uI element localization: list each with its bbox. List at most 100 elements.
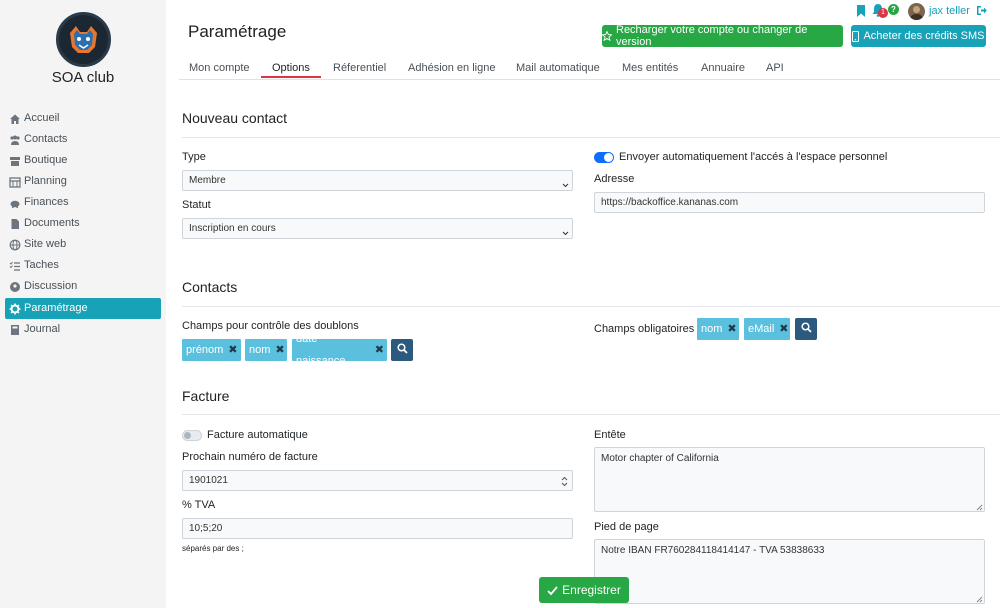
tab-api[interactable]: API <box>766 62 784 74</box>
sidebar-item-accueil[interactable]: Accueil <box>5 108 161 129</box>
section-title-nouveau-contact: Nouveau contact <box>182 110 288 126</box>
sidebar-item-journal[interactable]: Journal <box>5 319 161 340</box>
type-select-value: Membre <box>189 175 226 186</box>
recharge-label: Recharger votre compte ou changer de ver… <box>616 24 808 48</box>
sidebar-item-site-web[interactable]: Site web <box>5 234 161 255</box>
tasks-icon <box>9 260 21 272</box>
tag-prenom: prénom ✖ <box>182 339 241 361</box>
sidebar-item-label: Site web <box>24 238 67 250</box>
home-icon <box>9 113 21 125</box>
sidebar-item-label: Contacts <box>24 133 68 145</box>
buy-sms-button[interactable]: Acheter des crédits SMS <box>851 25 986 47</box>
statut-select[interactable]: Inscription en cours <box>182 218 573 239</box>
tag-email: eMail ✖ <box>744 318 790 340</box>
sidebar-item-boutique[interactable]: Boutique <box>5 150 161 171</box>
sidebar-item-label: Finances <box>24 196 69 208</box>
espace-personnel-toggle[interactable] <box>594 152 614 163</box>
sidebar-item-finances[interactable]: Finances <box>5 192 161 213</box>
tag-label: nom <box>701 323 723 335</box>
tab-mail-automatique[interactable]: Mail automatique <box>516 62 600 74</box>
section-divider <box>182 414 1000 415</box>
tab-annuaire[interactable]: Annuaire <box>701 62 745 74</box>
sidebar-item-parametrage[interactable]: Paramétrage <box>5 298 161 319</box>
users-icon <box>9 134 21 146</box>
tva-input[interactable]: 10;5;20 <box>182 518 573 539</box>
section-title-facture: Facture <box>182 388 230 404</box>
buy-sms-label: Acheter des crédits SMS <box>863 30 985 42</box>
tab-adhesion-en-ligne[interactable]: Adhésion en ligne <box>408 62 495 74</box>
search-icon <box>800 322 812 336</box>
pied-de-page-value: Notre IBAN FR760284118414147 - TVA 53838… <box>601 545 825 556</box>
piggy-bank-icon <box>9 197 21 209</box>
settings-tabs: Mon compte Options Réferentiel Adhésion … <box>179 60 1000 80</box>
sidebar-item-discussion[interactable]: Discussion <box>5 276 161 297</box>
sidebar-item-documents[interactable]: Documents <box>5 213 161 234</box>
resize-handle-icon[interactable] <box>976 595 983 603</box>
sidebar-item-label: Documents <box>24 217 80 229</box>
section-divider <box>182 137 1000 138</box>
check-icon <box>547 585 558 596</box>
pied-de-page-label: Pied de page <box>594 521 659 533</box>
store-icon <box>9 155 21 167</box>
sidebar-item-planning[interactable]: Planning <box>5 171 161 192</box>
section-title-contacts: Contacts <box>182 279 238 295</box>
type-label: Type <box>182 151 206 163</box>
recharge-button[interactable]: Recharger votre compte ou changer de ver… <box>601 24 843 48</box>
espace-personnel-label: Envoyer automatiquement l'accés à l'espa… <box>619 151 888 163</box>
sidebar-item-label: Discussion <box>24 280 78 292</box>
page-title: Paramétrage <box>188 22 287 41</box>
tab-mes-entites[interactable]: Mes entités <box>622 62 678 74</box>
facture-auto-toggle[interactable] <box>182 430 202 441</box>
numero-facture-input[interactable]: 1901021 <box>182 470 573 491</box>
sidebar-item-label: Taches <box>24 259 59 271</box>
tva-hint: séparés par des ; <box>182 544 244 553</box>
entete-label: Entête <box>594 429 626 441</box>
tva-label: % TVA <box>182 499 216 511</box>
statut-label: Statut <box>182 199 211 211</box>
tag-label: eMail <box>748 323 775 335</box>
adresse-label: Adresse <box>594 173 635 185</box>
numero-facture-value: 1901021 <box>189 475 228 486</box>
comment-icon <box>9 281 21 293</box>
sidebar-item-label: Journal <box>24 323 61 335</box>
numero-facture-label: Prochain numéro de facture <box>182 451 318 463</box>
tag-label: nom <box>249 344 271 356</box>
adresse-input[interactable]: https://backoffice.kananas.com <box>594 192 985 213</box>
tab-referentiel[interactable]: Réferentiel <box>333 62 386 74</box>
chevron-down-icon <box>562 177 569 188</box>
section-divider <box>182 306 1000 307</box>
sidebar-item-label: Accueil <box>24 112 60 124</box>
sidebar: SOA club Accueil Contacts Boutique Plann… <box>0 0 166 608</box>
search-icon <box>396 343 408 357</box>
sidebar-item-label: Paramétrage <box>24 302 88 314</box>
club-logo[interactable] <box>56 12 111 67</box>
remove-tag-icon[interactable]: ✖ <box>275 339 284 361</box>
pied-de-page-textarea[interactable]: Notre IBAN FR760284118414147 - TVA 53838… <box>594 539 985 604</box>
sidebar-item-taches[interactable]: Taches <box>5 255 161 276</box>
tab-mon-compte[interactable]: Mon compte <box>189 62 250 74</box>
tag-label: date naissance <box>296 333 346 367</box>
mobile-icon <box>852 30 860 42</box>
facture-auto-label: Facture automatique <box>207 429 308 441</box>
book-icon <box>9 324 21 336</box>
remove-tag-icon[interactable]: ✖ <box>228 339 237 361</box>
calendar-icon <box>9 176 21 188</box>
save-button[interactable]: Enregistrer <box>539 577 629 603</box>
resize-handle-icon[interactable] <box>976 503 983 511</box>
remove-tag-icon[interactable]: ✖ <box>375 339 384 361</box>
entete-value: Motor chapter of California <box>601 453 719 464</box>
sidebar-item-contacts[interactable]: Contacts <box>5 129 161 150</box>
obligatoires-search-button[interactable] <box>795 318 817 340</box>
tag-label: prénom <box>186 344 224 356</box>
entete-textarea[interactable]: Motor chapter of California <box>594 447 985 512</box>
remove-tag-icon[interactable]: ✖ <box>727 318 736 340</box>
sidebar-item-label: Boutique <box>24 154 68 166</box>
stepper-icon[interactable] <box>561 475 568 487</box>
tab-options[interactable]: Options <box>272 62 310 74</box>
chevron-down-icon <box>562 225 569 236</box>
remove-tag-icon[interactable]: ✖ <box>779 318 788 340</box>
type-select[interactable]: Membre <box>182 170 573 191</box>
doublons-search-button[interactable] <box>391 339 413 361</box>
club-name: SOA club <box>51 69 115 86</box>
file-icon <box>9 218 21 230</box>
